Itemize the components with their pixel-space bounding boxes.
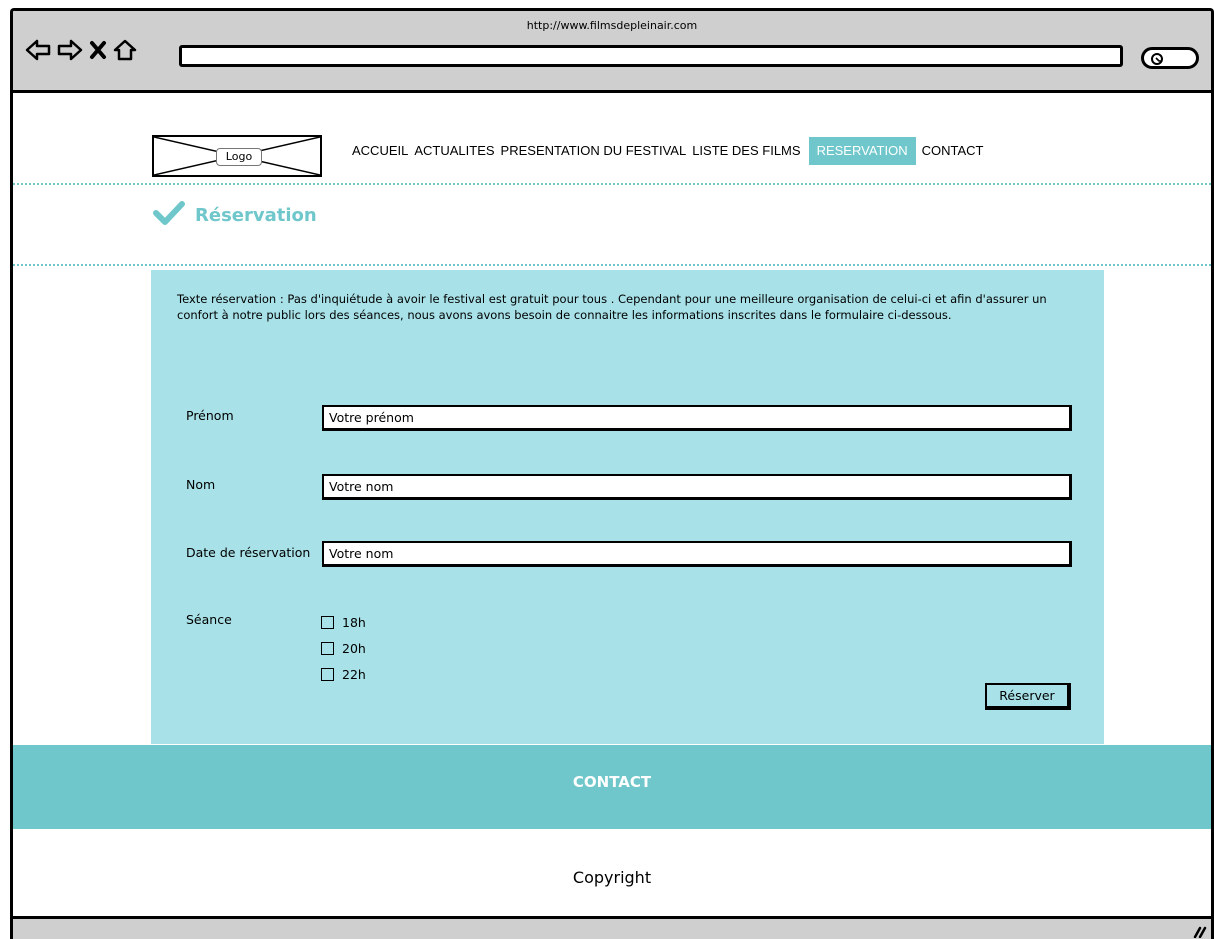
menu-item-liste-films[interactable]: LISTE DES FILMS — [689, 137, 803, 165]
menu-item-presentation[interactable]: PRESENTATION DU FESTIVAL — [498, 137, 690, 165]
page-title-text: Réservation — [195, 205, 317, 226]
resize-handle-icon[interactable] — [1191, 923, 1207, 939]
browser-chrome: http://www.filmsdepleinair.com — [13, 11, 1211, 93]
checkbox-20h[interactable] — [321, 641, 334, 655]
forward-arrow-icon[interactable] — [57, 39, 83, 61]
menu-item-contact[interactable]: CONTACT — [919, 137, 987, 165]
seance-label: Séance — [186, 612, 232, 627]
checkbox-18h[interactable] — [321, 615, 334, 629]
address-bar[interactable] — [179, 45, 1123, 67]
seance-option[interactable]: 20h — [321, 635, 366, 661]
browser-status-bar — [13, 916, 1211, 939]
stop-icon[interactable] — [89, 40, 107, 60]
seance-option[interactable]: 18h — [321, 609, 366, 635]
menu-item-reservation[interactable]: RESERVATION — [808, 137, 916, 165]
footer-contact-link[interactable]: CONTACT — [13, 773, 1211, 791]
seance-options: 18h 20h 22h — [321, 609, 366, 687]
logo-placeholder[interactable]: Logo — [152, 135, 322, 177]
seance-option-label: 20h — [342, 640, 366, 656]
check-icon — [153, 201, 185, 230]
checkbox-22h[interactable] — [321, 667, 334, 681]
reservation-form-panel: Texte réservation : Pas d'inquiétude à a… — [151, 270, 1104, 744]
menu-item-accueil[interactable]: ACCUEIL — [349, 137, 411, 165]
copyright-text: Copyright — [572, 868, 652, 887]
intro-text: Texte réservation : Pas d'inquiétude à a… — [177, 292, 1047, 322]
date-label: Date de réservation — [186, 545, 311, 560]
menu-item-actualites[interactable]: ACTUALITES — [411, 137, 497, 165]
back-arrow-icon[interactable] — [25, 39, 51, 61]
prenom-input[interactable]: Votre prénom — [322, 405, 1072, 431]
dotted-divider — [13, 183, 1211, 185]
home-icon[interactable] — [113, 39, 137, 61]
seance-option-label: 18h — [342, 614, 366, 630]
page-title: Réservation — [153, 201, 317, 230]
page-content: Logo ACCUEIL ACTUALITES PRESENTATION DU … — [13, 93, 1211, 918]
browser-nav — [25, 39, 137, 61]
reserve-button[interactable]: Réserver — [985, 683, 1071, 710]
logo-label: Logo — [216, 148, 262, 166]
main-menu: ACCUEIL ACTUALITES PRESENTATION DU FESTI… — [349, 137, 986, 165]
seance-option-label: 22h — [342, 666, 366, 682]
browser-search-box[interactable] — [1141, 47, 1199, 69]
date-input[interactable]: Votre nom — [322, 541, 1072, 567]
nom-input[interactable]: Votre nom — [322, 474, 1072, 500]
url-text: http://www.filmsdepleinair.com — [526, 19, 698, 32]
seance-option[interactable]: 22h — [321, 661, 366, 687]
nom-label: Nom — [186, 477, 216, 492]
prenom-label: Prénom — [186, 408, 234, 423]
browser-window: http://www.filmsdepleinair.com Logo ACCU… — [10, 8, 1214, 939]
footer-contact-bar: CONTACT — [13, 745, 1211, 829]
dotted-divider — [13, 264, 1211, 266]
